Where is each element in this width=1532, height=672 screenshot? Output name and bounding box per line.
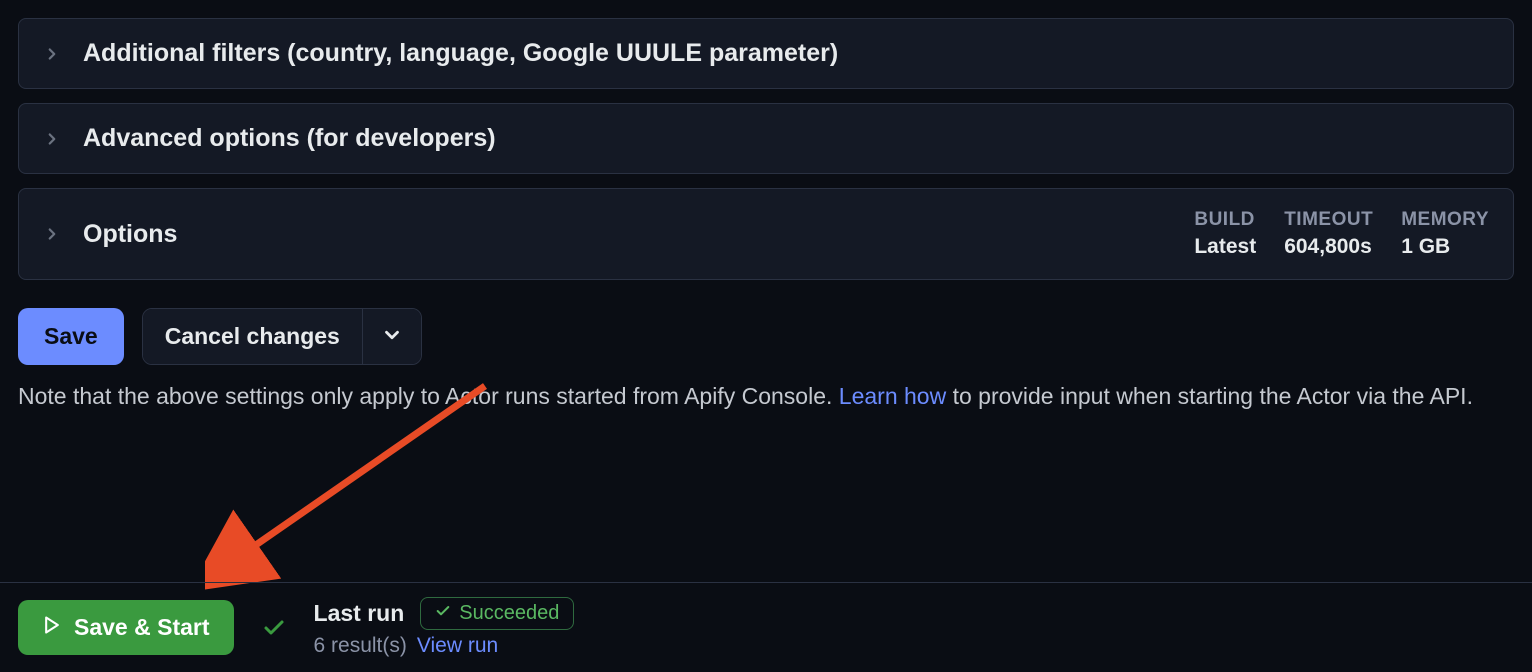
play-icon	[42, 614, 62, 641]
chevron-right-icon	[43, 225, 61, 243]
status-text: Succeeded	[459, 602, 559, 625]
stat-label: BUILD	[1194, 209, 1256, 231]
result-count: 6 result(s)	[314, 634, 407, 658]
cancel-button[interactable]: Cancel changes	[143, 309, 362, 364]
section-title: Additional filters (country, language, G…	[83, 39, 1489, 68]
check-icon	[262, 616, 286, 640]
button-label: Save & Start	[74, 614, 210, 641]
options-section[interactable]: Options BUILD Latest TIMEOUT 604,800s ME…	[18, 188, 1514, 280]
section-title: Advanced options (for developers)	[83, 124, 1489, 153]
cancel-dropdown-button[interactable]	[362, 309, 421, 364]
advanced-options-section[interactable]: Advanced options (for developers)	[18, 103, 1514, 174]
additional-filters-section[interactable]: Additional filters (country, language, G…	[18, 18, 1514, 89]
chevron-right-icon	[43, 45, 61, 63]
stat-label: MEMORY	[1401, 209, 1489, 231]
cancel-button-group: Cancel changes	[142, 308, 422, 365]
last-run-label: Last run	[314, 600, 405, 627]
save-and-start-button[interactable]: Save & Start	[18, 600, 234, 655]
chevron-down-icon	[381, 324, 403, 349]
note-text-post: to provide input when starting the Actor…	[946, 383, 1473, 409]
stat-value: Latest	[1194, 235, 1256, 259]
build-stat: BUILD Latest	[1194, 209, 1256, 259]
note-text-pre: Note that the above settings only apply …	[18, 383, 839, 409]
status-badge: Succeeded	[420, 597, 574, 630]
action-buttons: Save Cancel changes	[18, 308, 1514, 365]
learn-how-link[interactable]: Learn how	[839, 383, 946, 409]
settings-note: Note that the above settings only apply …	[18, 379, 1514, 424]
view-run-link[interactable]: View run	[417, 634, 498, 658]
check-icon	[435, 602, 451, 625]
chevron-right-icon	[43, 130, 61, 148]
last-run-info: Last run Succeeded 6 result(s) View run	[314, 597, 575, 658]
stat-label: TIMEOUT	[1284, 209, 1373, 231]
stat-value: 604,800s	[1284, 235, 1373, 259]
footer-bar: Save & Start Last run Succeeded 6 result…	[0, 582, 1532, 672]
memory-stat: MEMORY 1 GB	[1401, 209, 1489, 259]
stat-value: 1 GB	[1401, 235, 1489, 259]
timeout-stat: TIMEOUT 604,800s	[1284, 209, 1373, 259]
save-button[interactable]: Save	[18, 308, 124, 365]
options-stats: BUILD Latest TIMEOUT 604,800s MEMORY 1 G…	[1194, 209, 1489, 259]
section-title: Options	[83, 220, 1194, 249]
